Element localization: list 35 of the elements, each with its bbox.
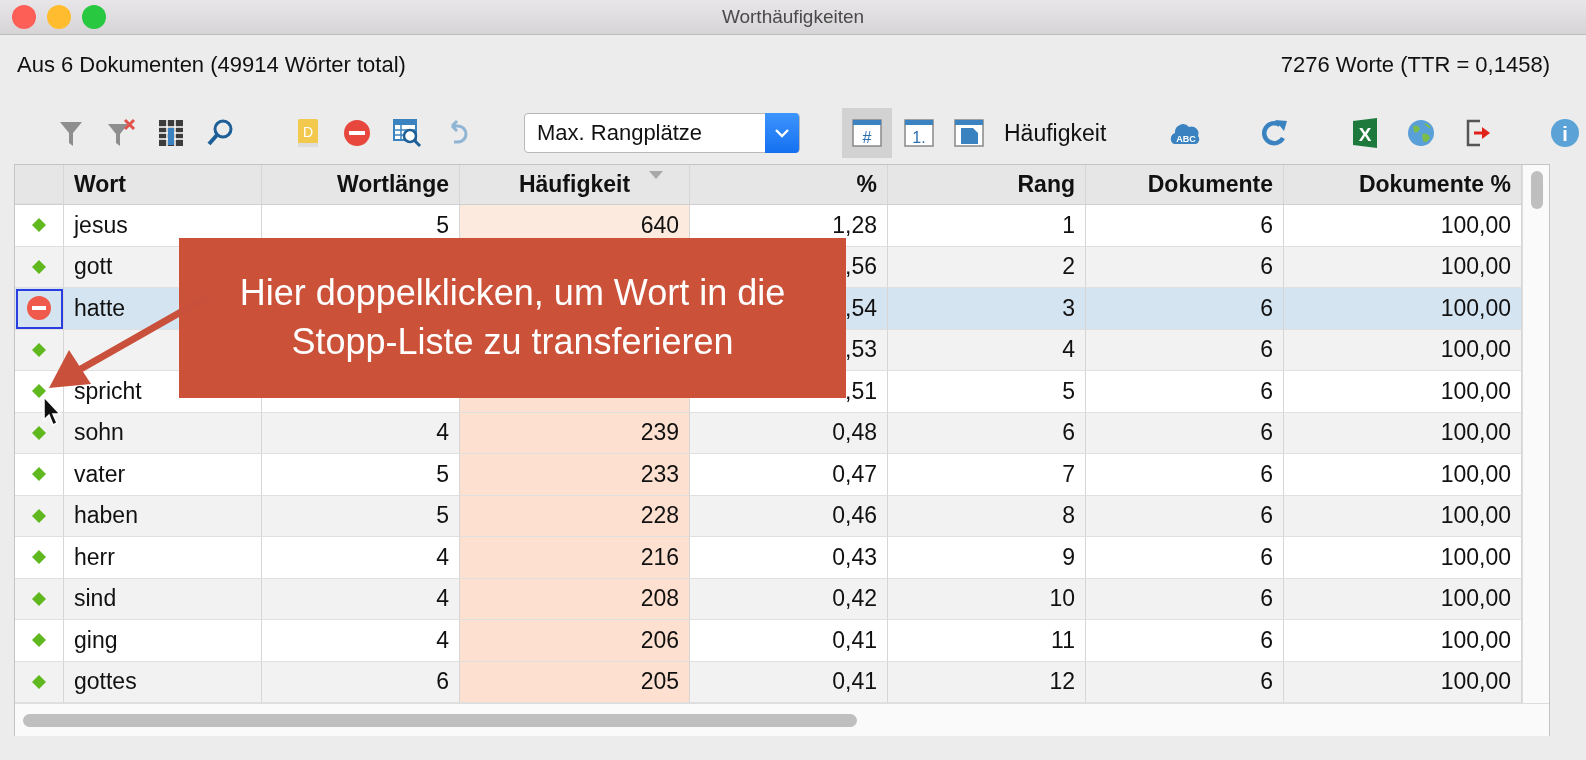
- icon-glyph: i: [1562, 123, 1569, 145]
- table-cell: 6: [1086, 620, 1284, 662]
- table-cell: 205: [460, 661, 690, 703]
- document-summary: Aus 6 Dokumenten (49914 Wörter total): [17, 52, 406, 79]
- table-cell: 6: [1086, 537, 1284, 579]
- table-cell: 0,47: [690, 454, 888, 496]
- table-cell: 7: [888, 454, 1086, 496]
- table-cell: 6: [1086, 371, 1284, 413]
- table-cell: 6: [1086, 205, 1284, 247]
- table-cell: 6: [1086, 288, 1284, 330]
- table-cell: 9: [888, 537, 1086, 579]
- table-cell: 228: [460, 495, 690, 537]
- icon-glyph: #: [862, 129, 872, 146]
- window-title: Worthäufigkeiten: [721, 6, 865, 28]
- table-cell: 208: [460, 578, 690, 620]
- table-cell: ging: [64, 620, 262, 662]
- table-cell: 6: [1086, 454, 1284, 496]
- table-cell: 239: [460, 412, 690, 454]
- icon-glyph: ABC: [1176, 134, 1197, 144]
- table-cell: 5: [888, 371, 1086, 413]
- table-cell: 1: [888, 205, 1086, 247]
- table-cell: 3: [888, 288, 1086, 330]
- table-cell: herr: [64, 537, 262, 579]
- icon-glyph: X: [1358, 124, 1372, 145]
- table-cell: vater: [64, 454, 262, 496]
- table-cell: 216: [460, 537, 690, 579]
- word-count-summary: 7276 Worte (TTR = 0,1458): [1280, 52, 1550, 79]
- table-cell: 233: [460, 454, 690, 496]
- icon-glyph: 1.: [912, 129, 926, 146]
- view-label: Häufigkeit: [1004, 119, 1107, 147]
- table-cell: 206: [460, 620, 690, 662]
- icon-glyph: D: [302, 124, 314, 140]
- table-cell: 0,41: [690, 620, 888, 662]
- table-cell: 0,43: [690, 537, 888, 579]
- table-cell: 11: [888, 620, 1086, 662]
